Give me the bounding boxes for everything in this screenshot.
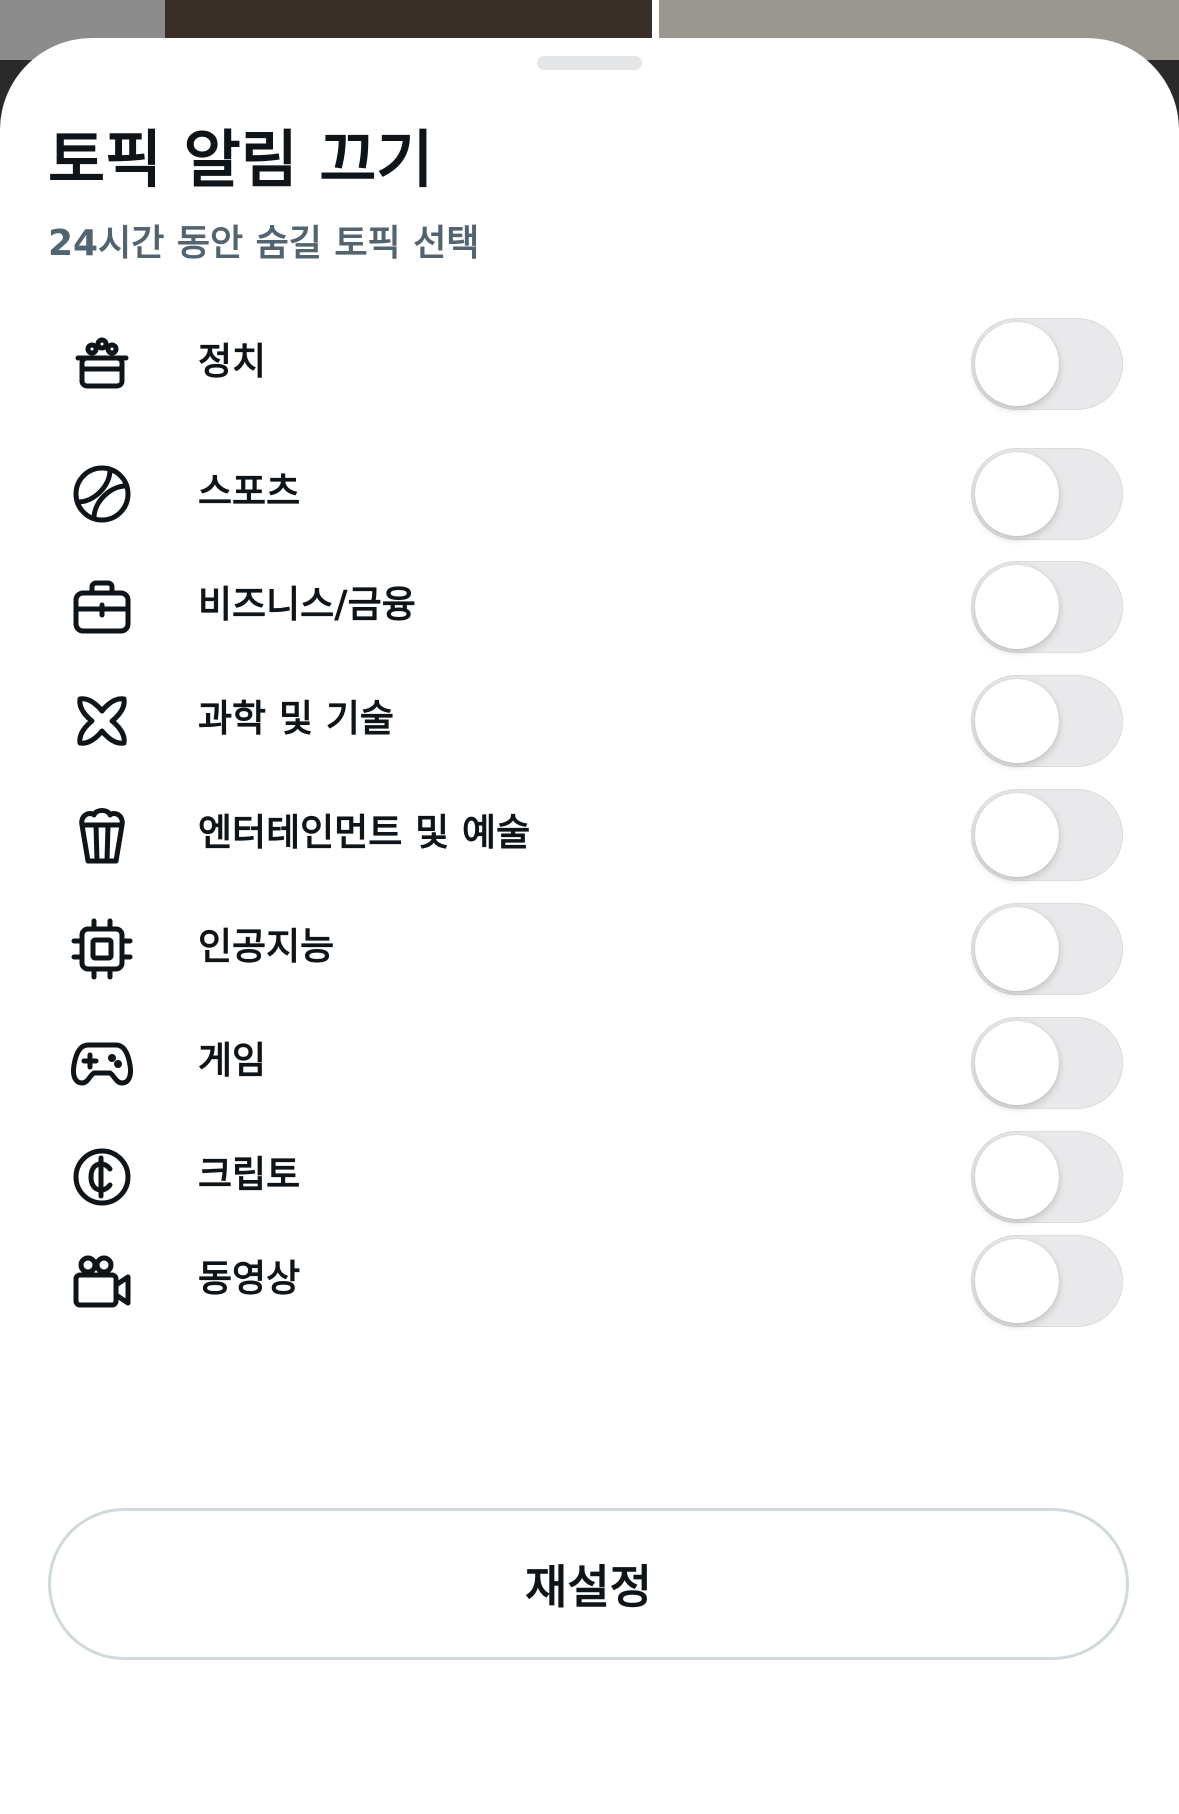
topic-mute-sheet: 토픽 알림 끄기 24시간 동안 숨길 토픽 선택 정치 스포츠 비즈니스/금융… <box>0 38 1179 1814</box>
topic-label: 게임 <box>198 1039 267 1082</box>
sheet-grabber-handle[interactable] <box>537 56 642 70</box>
topic-label: 크립토 <box>198 1153 301 1196</box>
topic-label: 스포츠 <box>198 470 301 513</box>
toggle-entertainment[interactable] <box>971 789 1123 881</box>
toggle-politics[interactable] <box>971 318 1123 410</box>
toggle-business[interactable] <box>971 561 1123 653</box>
toggle-sports[interactable] <box>971 448 1123 540</box>
topic-row-business[interactable]: 비즈니스/금융 <box>0 557 1179 653</box>
chip-icon <box>70 917 134 981</box>
reset-button-label: 재설정 <box>525 1560 652 1614</box>
video-camera-icon <box>70 1249 134 1313</box>
toggle-ai[interactable] <box>971 903 1123 995</box>
topic-label: 과학 및 기술 <box>198 697 394 740</box>
topic-row-sports[interactable]: 스포츠 <box>0 444 1179 540</box>
sheet-subtitle: 24시간 동안 숨길 토픽 선택 <box>48 223 480 264</box>
topic-label: 인공지능 <box>198 925 335 968</box>
topic-row-science-tech[interactable]: 과학 및 기술 <box>0 671 1179 767</box>
topic-row-entertainment[interactable]: 엔터테인먼트 및 예술 <box>0 785 1179 881</box>
topic-row-ai[interactable]: 인공지능 <box>0 899 1179 995</box>
sports-ball-icon <box>70 462 134 526</box>
science-atom-icon <box>70 689 134 753</box>
sheet-title: 토픽 알림 끄기 <box>48 123 434 196</box>
reset-button[interactable]: 재설정 <box>48 1508 1129 1660</box>
briefcase-icon <box>70 575 134 639</box>
toggle-crypto[interactable] <box>971 1131 1123 1223</box>
popcorn-icon <box>70 803 134 867</box>
gamepad-icon <box>70 1031 134 1095</box>
toggle-science-tech[interactable] <box>971 675 1123 767</box>
toggle-games[interactable] <box>971 1017 1123 1109</box>
topic-label: 동영상 <box>198 1257 301 1300</box>
crypto-coin-icon <box>70 1145 134 1209</box>
topic-row-politics[interactable]: 정치 <box>0 314 1179 410</box>
topic-row-crypto[interactable]: 크립토 <box>0 1127 1179 1223</box>
topic-label: 정치 <box>198 340 267 383</box>
topic-label: 비즈니스/금융 <box>198 583 416 626</box>
topic-row-video[interactable]: 동영상 <box>0 1231 1179 1327</box>
topic-row-games[interactable]: 게임 <box>0 1013 1179 1109</box>
topic-label: 엔터테인먼트 및 예술 <box>198 811 531 854</box>
toggle-video[interactable] <box>971 1235 1123 1327</box>
politics-podium-icon <box>70 332 134 396</box>
